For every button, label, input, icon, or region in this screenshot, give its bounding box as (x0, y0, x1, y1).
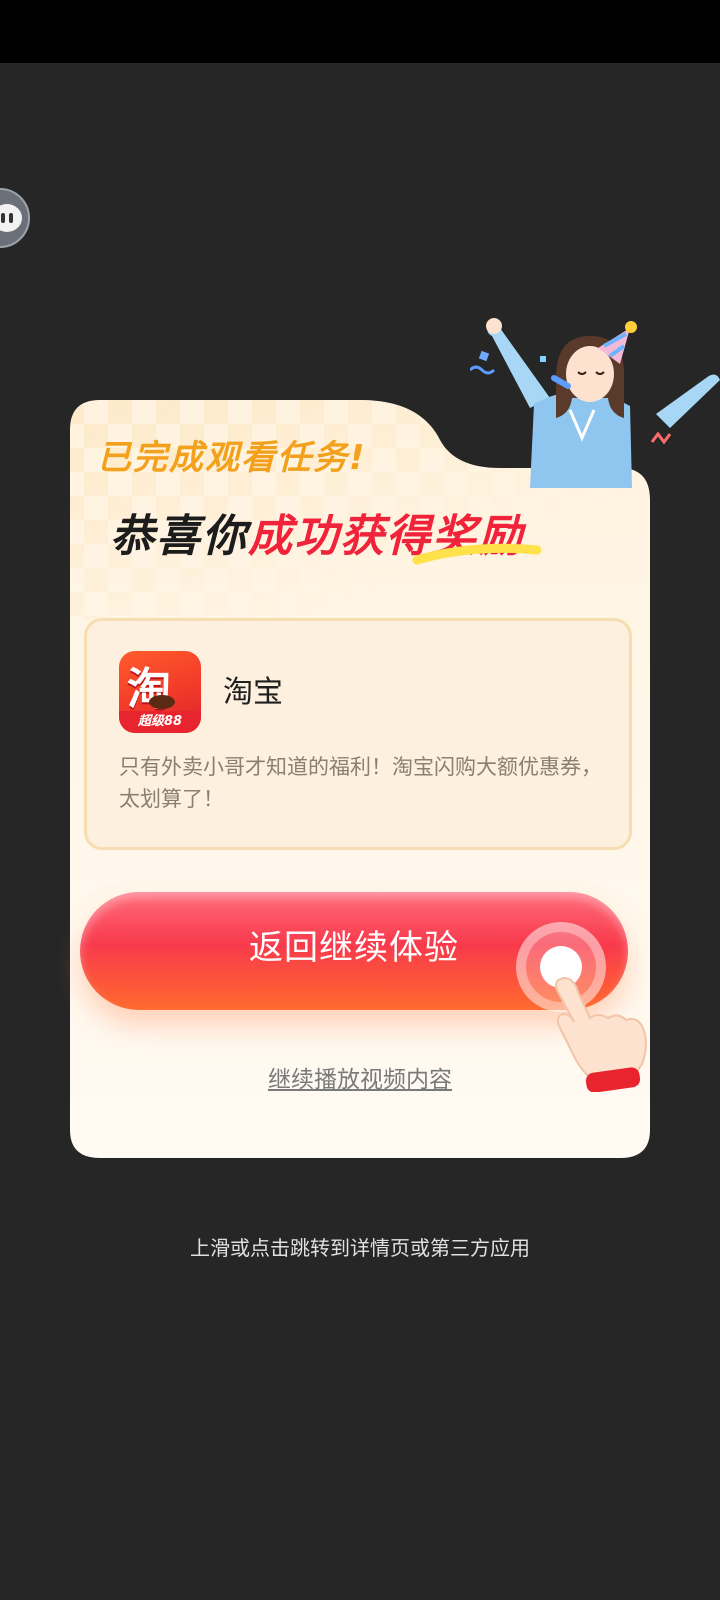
status-bar (0, 0, 720, 63)
celebration-character (470, 318, 720, 488)
taobao-app-icon: 淘 超级88 (119, 651, 201, 733)
app-icon-band: 超级88 (119, 711, 201, 733)
highlight-stroke (412, 543, 542, 565)
reward-dialog: 已完成观看任务! 恭喜你成功获得奖励 淘 超级88 淘宝 只有外卖小哥才知道的福… (60, 400, 660, 1180)
headline-prefix: 恭喜你 (110, 511, 248, 562)
chat-bubble-icon[interactable] (0, 188, 30, 248)
app-name: 淘宝 (223, 675, 283, 710)
swipe-hint: 上滑或点击跳转到详情页或第三方应用 (190, 1236, 530, 1260)
task-complete-title: 已完成观看任务! (97, 438, 367, 478)
continue-video-link[interactable]: 继续播放视频内容 (60, 1060, 660, 1094)
app-icon-decoration (149, 695, 175, 709)
app-info-card[interactable]: 淘 超级88 淘宝 只有外卖小哥才知道的福利！淘宝闪购大额优惠券，太划算了！ (84, 618, 632, 850)
app-description: 只有外卖小哥才知道的福利！淘宝闪购大额优惠券，太划算了！ (119, 755, 602, 811)
